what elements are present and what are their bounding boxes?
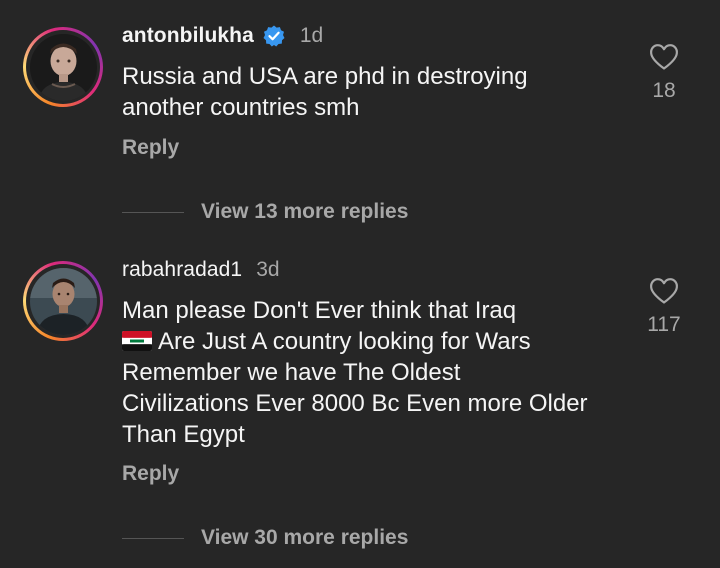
like-count: 18 — [652, 79, 676, 102]
username-link[interactable]: antonbilukha — [122, 24, 254, 48]
like-control: 18 — [630, 43, 698, 103]
reply-button[interactable]: Reply — [122, 136, 179, 160]
comment-text-line: Man please Don't Ever think that Iraq — [122, 297, 517, 324]
like-control: 117 — [630, 277, 698, 337]
comment-header: rabahradad1 3d — [122, 256, 280, 284]
comment-item: antonbilukha 1d Russia and USA are phd i… — [0, 0, 720, 240]
heart-icon[interactable] — [649, 277, 679, 305]
view-replies-button[interactable]: View 13 more replies — [122, 200, 408, 224]
username-link[interactable]: rabahradad1 — [122, 258, 242, 282]
avatar-story-ring[interactable] — [23, 261, 103, 341]
comment-text: Man please Don't Ever think that Iraq Ar… — [122, 295, 592, 450]
comment-header: antonbilukha 1d — [122, 22, 323, 50]
like-count: 117 — [647, 313, 681, 336]
comment-timestamp: 3d — [256, 258, 280, 281]
comments-panel: antonbilukha 1d Russia and USA are phd i… — [0, 0, 720, 568]
divider-line — [122, 537, 184, 539]
verified-badge-icon — [263, 25, 285, 47]
iraq-flag-emoji — [122, 331, 152, 351]
avatar — [29, 33, 97, 101]
comment-item: rabahradad1 3d Man please Don't Ever thi… — [0, 240, 720, 568]
heart-icon[interactable] — [649, 43, 679, 71]
view-replies-label: View 13 more replies — [201, 200, 409, 223]
avatar-story-ring[interactable] — [23, 27, 103, 107]
divider-line — [122, 211, 184, 213]
avatar — [29, 267, 97, 335]
comment-text-rest: Are Just A country looking for Wars Reme… — [122, 328, 588, 448]
comment-timestamp: 1d — [299, 24, 324, 47]
comment-text: Russia and USA are phd in destroying ano… — [122, 63, 528, 121]
reply-button[interactable]: Reply — [122, 462, 179, 486]
view-replies-button[interactable]: View 30 more replies — [122, 526, 408, 550]
view-replies-label: View 30 more replies — [201, 526, 409, 549]
